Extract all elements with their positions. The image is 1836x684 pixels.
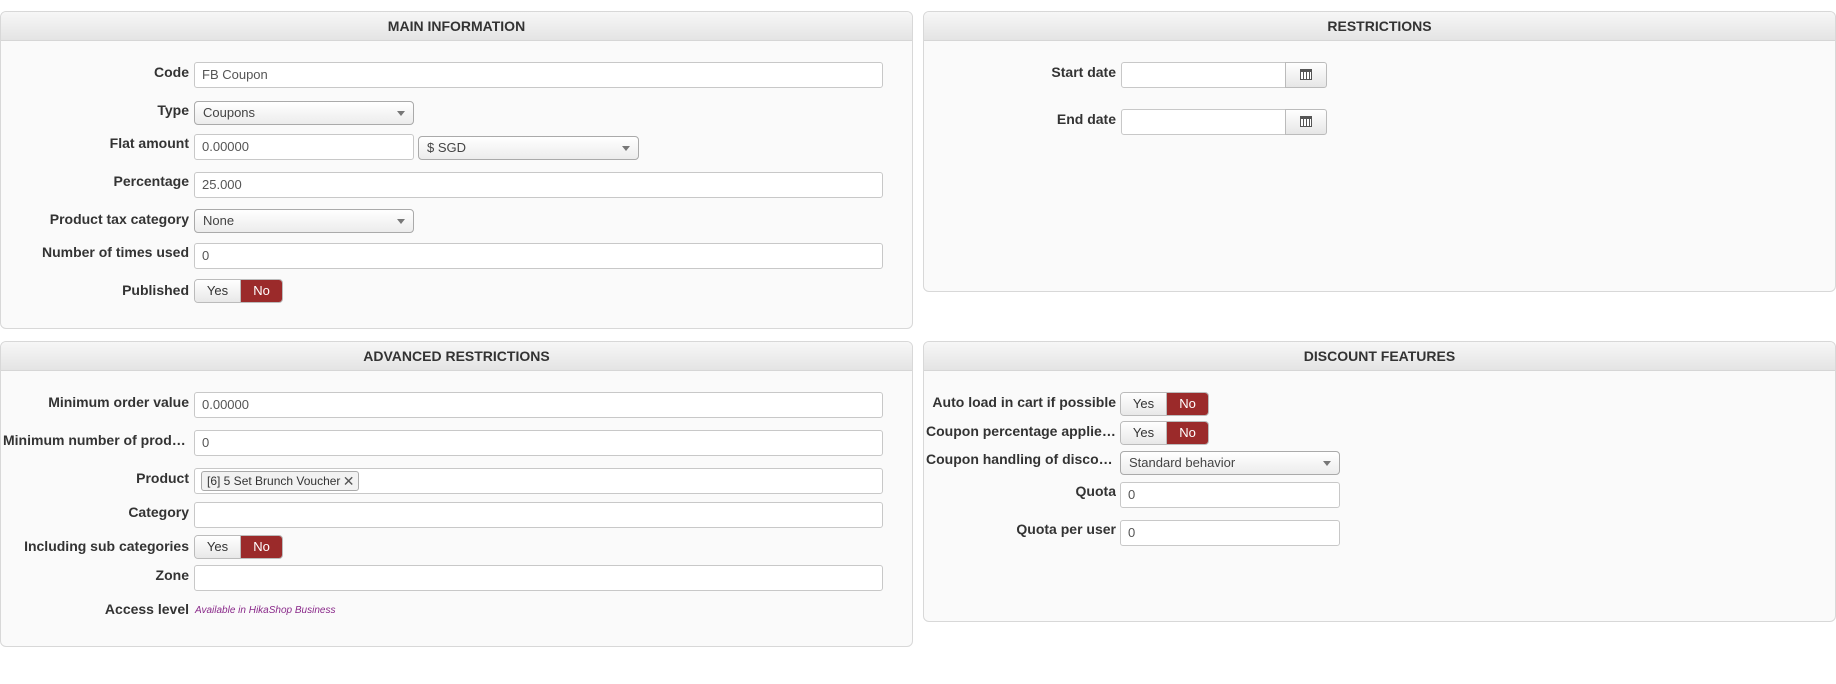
restrictions-title: RESTRICTIONS: [924, 12, 1835, 41]
auto-load-no-button[interactable]: No: [1167, 393, 1208, 415]
min-order-value-label: Minimum order value: [48, 394, 189, 410]
percentage-applies-toggle[interactable]: Yes No: [1120, 421, 1209, 445]
auto-load-yes-button[interactable]: Yes: [1121, 393, 1167, 415]
flat-amount-label: Flat amount: [109, 135, 189, 151]
sub-categories-no-button[interactable]: No: [241, 536, 282, 558]
product-label: Product: [136, 470, 189, 486]
percentage-label: Percentage: [113, 173, 189, 189]
discount-features-title: DISCOUNT FEATURES: [924, 342, 1835, 371]
discount-features-panel: DISCOUNT FEATURES Auto load in cart if p…: [923, 341, 1836, 622]
handling-select-value: Standard behavior: [1129, 455, 1236, 470]
published-no-button[interactable]: No: [241, 280, 282, 302]
product-tag: [6] 5 Set Brunch Voucher ✕: [201, 471, 360, 491]
auto-load-label: Auto load in cart if possible: [932, 394, 1116, 410]
sub-categories-toggle[interactable]: Yes No: [194, 535, 283, 559]
chevron-down-icon: [1323, 461, 1331, 466]
chevron-down-icon: [397, 111, 405, 116]
flat-amount-input[interactable]: 0.00000: [194, 134, 414, 160]
start-date-label: Start date: [1051, 64, 1116, 80]
percentage-applies-label: Coupon percentage applies...: [926, 423, 1116, 439]
sub-categories-yes-button[interactable]: Yes: [195, 536, 241, 558]
percentage-applies-yes-button[interactable]: Yes: [1121, 422, 1167, 444]
currency-select[interactable]: $ SGD: [418, 136, 639, 160]
product-tax-category-label: Product tax category: [49, 211, 189, 227]
times-used-input[interactable]: 0: [194, 243, 883, 269]
restrictions-panel: RESTRICTIONS Start date End date: [923, 11, 1836, 292]
calendar-icon: [1300, 69, 1312, 80]
auto-load-toggle[interactable]: Yes No: [1120, 392, 1209, 416]
product-tax-category-select[interactable]: None: [194, 209, 414, 233]
zone-input[interactable]: [194, 565, 883, 591]
main-information-title: MAIN INFORMATION: [1, 12, 912, 41]
calendar-icon: [1300, 116, 1312, 127]
category-label: Category: [128, 504, 189, 520]
published-yes-button[interactable]: Yes: [195, 280, 241, 302]
advanced-restrictions-title: ADVANCED RESTRICTIONS: [1, 342, 912, 371]
end-date-calendar-button[interactable]: [1285, 109, 1327, 135]
product-tag-label: [6] 5 Set Brunch Voucher: [207, 474, 341, 488]
published-label: Published: [122, 282, 189, 298]
start-date-calendar-button[interactable]: [1285, 62, 1327, 88]
times-used-label: Number of times used: [41, 244, 189, 260]
end-date-input[interactable]: [1121, 109, 1286, 135]
type-select[interactable]: Coupons: [194, 101, 414, 125]
quota-per-user-input[interactable]: 0: [1120, 520, 1340, 546]
product-tax-category-value: None: [203, 213, 235, 228]
percentage-applies-no-button[interactable]: No: [1167, 422, 1208, 444]
handling-label: Coupon handling of discou...: [926, 451, 1116, 467]
published-toggle[interactable]: Yes No: [194, 279, 283, 303]
currency-select-value: $ SGD: [427, 140, 467, 155]
main-information-panel: MAIN INFORMATION Code FB Coupon Type Cou…: [0, 11, 913, 329]
advanced-restrictions-panel: ADVANCED RESTRICTIONS Minimum order valu…: [0, 341, 913, 647]
handling-select[interactable]: Standard behavior: [1120, 451, 1340, 475]
quota-per-user-label: Quota per user: [1016, 521, 1116, 537]
min-products-input[interactable]: 0: [194, 430, 883, 456]
end-date-label: End date: [1056, 111, 1116, 127]
access-level-label: Access level: [104, 601, 189, 617]
quota-label: Quota: [1075, 483, 1116, 499]
product-input[interactable]: [6] 5 Set Brunch Voucher ✕: [194, 468, 883, 494]
min-order-value-input[interactable]: 0.00000: [194, 392, 883, 418]
zone-label: Zone: [155, 567, 189, 583]
code-input[interactable]: FB Coupon: [194, 62, 883, 88]
sub-categories-label: Including sub categories: [24, 538, 189, 554]
close-icon[interactable]: ✕: [343, 472, 355, 490]
percentage-input[interactable]: 25.000: [194, 172, 883, 198]
quota-input[interactable]: 0: [1120, 482, 1340, 508]
type-label: Type: [157, 102, 189, 118]
min-products-label: Minimum number of produ...: [3, 432, 189, 448]
chevron-down-icon: [397, 219, 405, 224]
code-label: Code: [154, 64, 189, 80]
category-input[interactable]: [194, 502, 883, 528]
type-select-value: Coupons: [203, 105, 256, 120]
chevron-down-icon: [622, 146, 630, 151]
start-date-input[interactable]: [1121, 62, 1286, 88]
access-level-note: Available in HikaShop Business: [195, 605, 336, 616]
